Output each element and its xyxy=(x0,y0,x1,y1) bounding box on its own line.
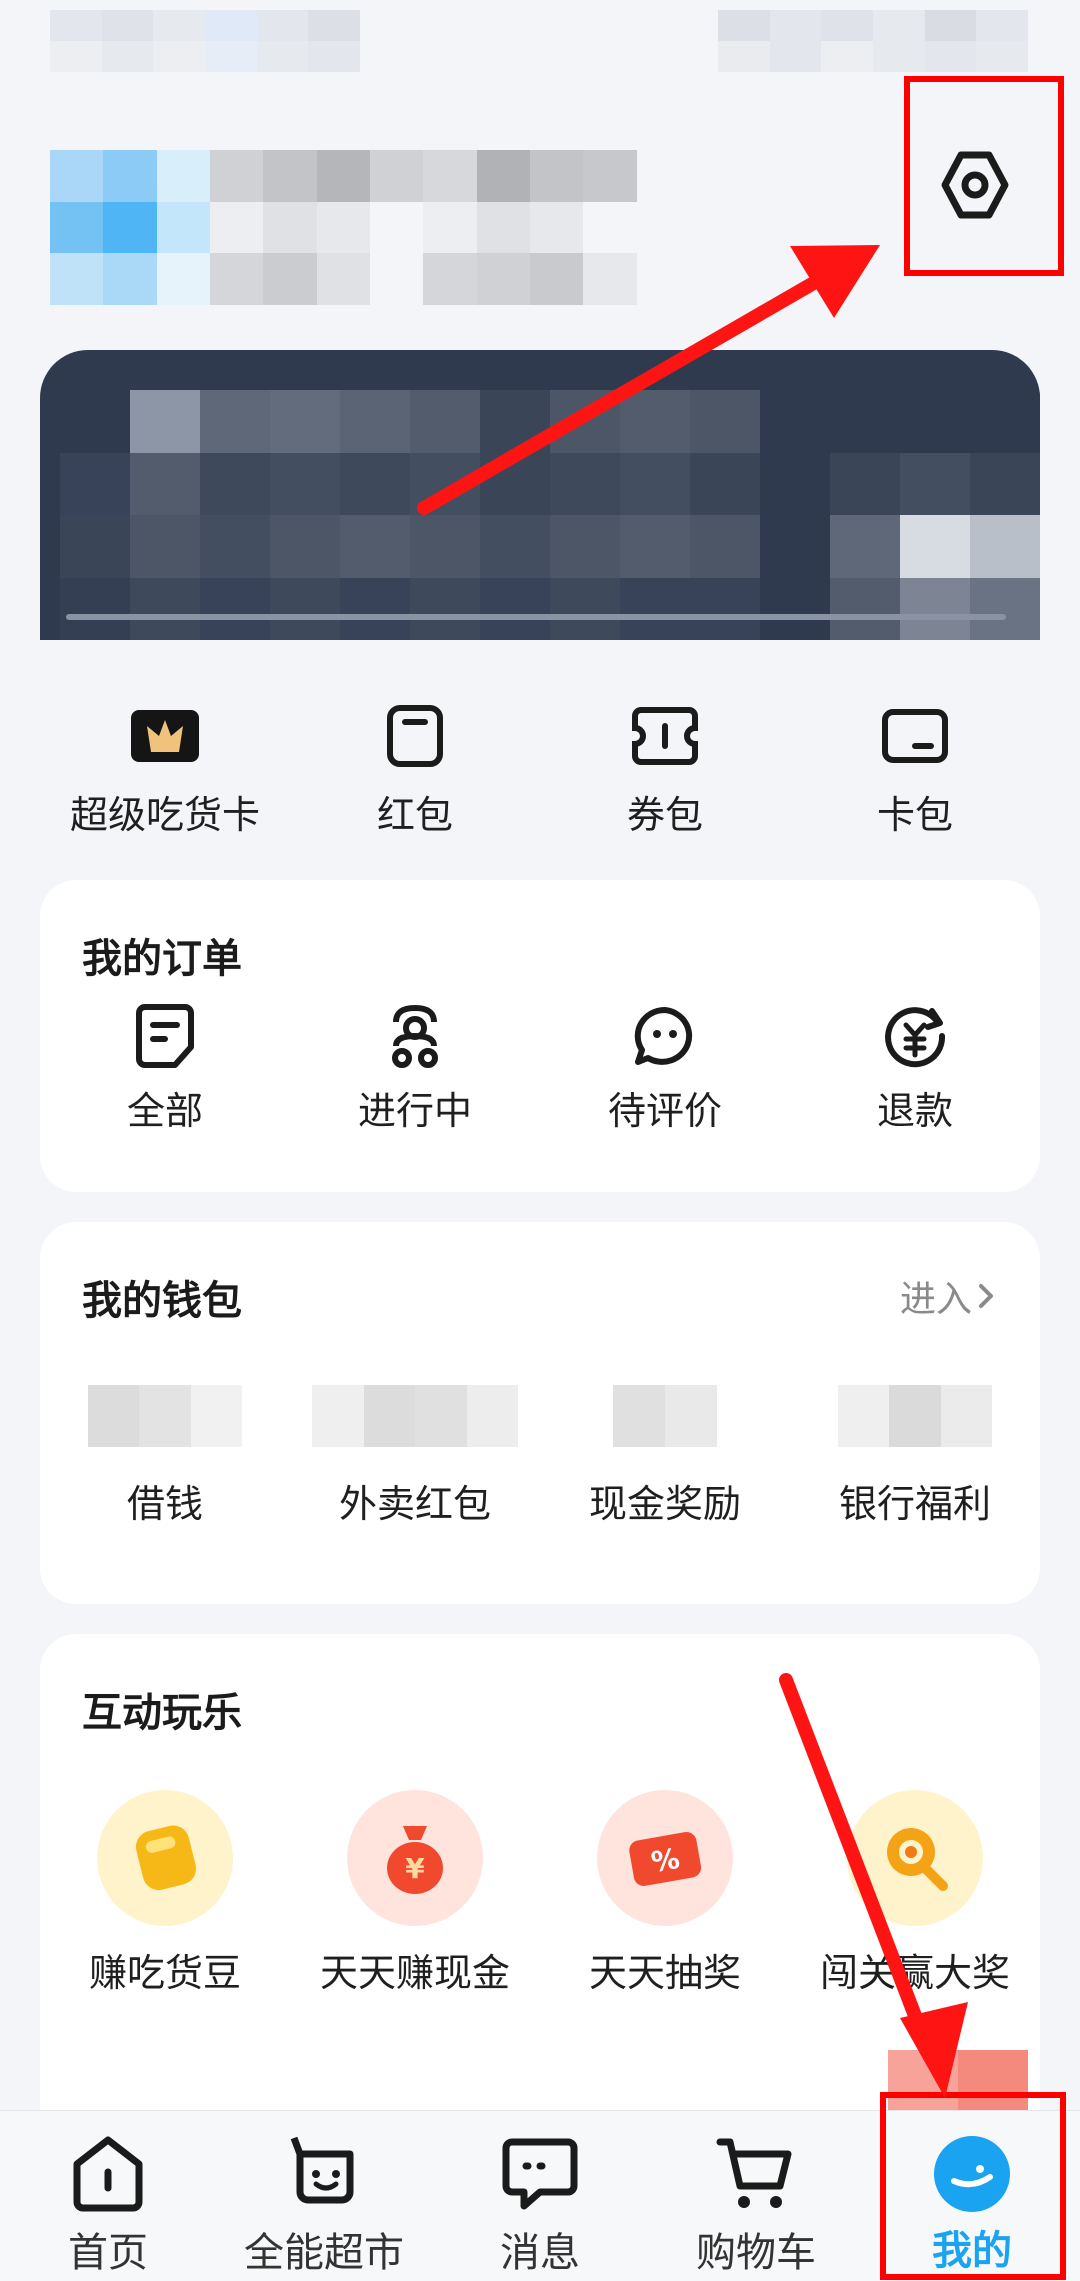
annotation-arrow-to-settings xyxy=(417,255,857,515)
annotation-arrow-to-profile xyxy=(779,1673,939,2067)
annotation-arrows xyxy=(417,245,968,2098)
annotation-arrowhead-profile xyxy=(900,2002,968,2098)
